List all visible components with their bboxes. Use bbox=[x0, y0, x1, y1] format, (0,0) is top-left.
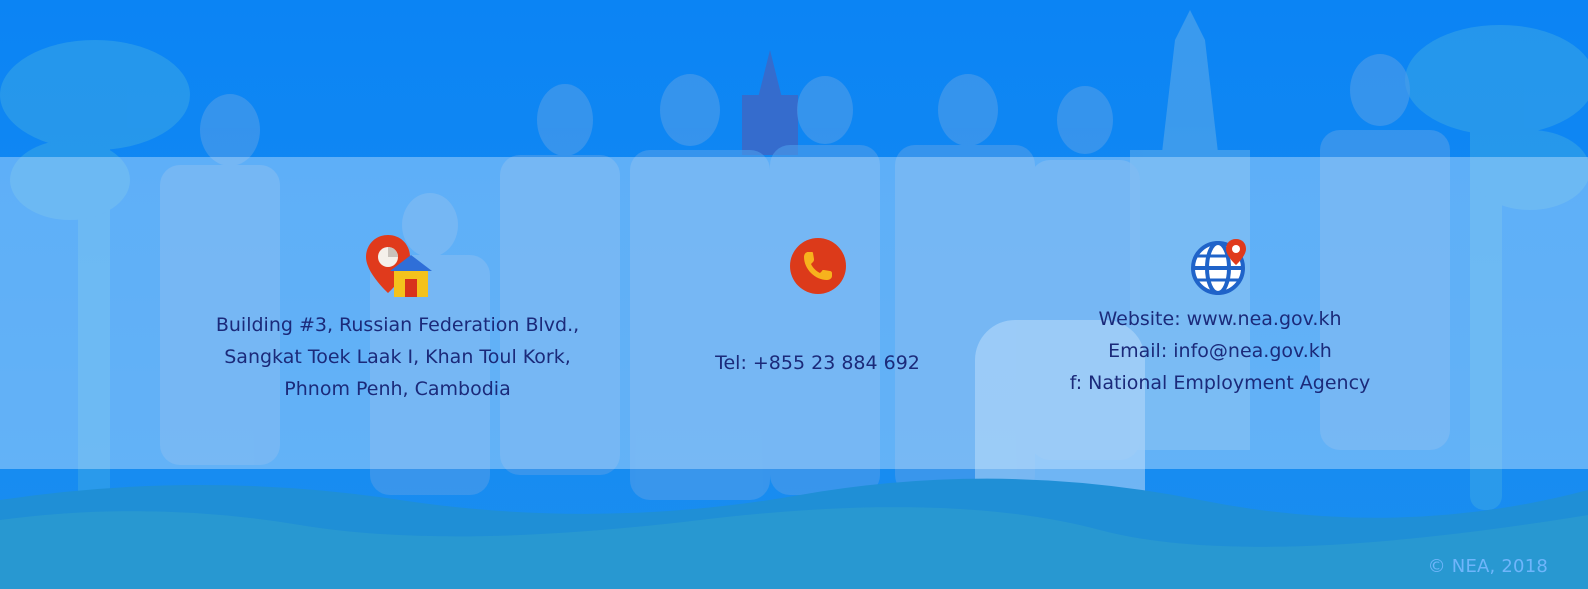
phone-section: Tel: +855 23 884 692 bbox=[640, 157, 995, 469]
phone-number[interactable]: Tel: +855 23 884 692 bbox=[715, 347, 920, 379]
email-link[interactable]: Email: info@nea.gov.kh bbox=[1070, 335, 1371, 367]
globe-pin-icon bbox=[1191, 239, 1246, 295]
facebook-link[interactable]: f: National Employment Agency bbox=[1070, 367, 1371, 399]
address-line-3: Phnom Penh, Cambodia bbox=[284, 378, 511, 400]
address-line-2: Sangkat Toek Laak I, Khan Toul Kork, bbox=[224, 346, 571, 368]
web-section: Website: www.nea.gov.kh Email: info@nea.… bbox=[1010, 157, 1430, 469]
website-link[interactable]: Website: www.nea.gov.kh bbox=[1070, 303, 1371, 335]
contact-info-band: Building #3, Russian Federation Blvd., S… bbox=[0, 157, 1588, 469]
copyright-notice: © NEA, 2018 bbox=[1427, 556, 1548, 577]
location-home-icon bbox=[365, 235, 432, 297]
contact-banner: Building #3, Russian Federation Blvd., S… bbox=[0, 0, 1588, 589]
address-line-1: Building #3, Russian Federation Blvd., bbox=[215, 314, 580, 336]
address-section: Building #3, Russian Federation Blvd., S… bbox=[170, 157, 625, 469]
phone-icon bbox=[789, 238, 846, 294]
